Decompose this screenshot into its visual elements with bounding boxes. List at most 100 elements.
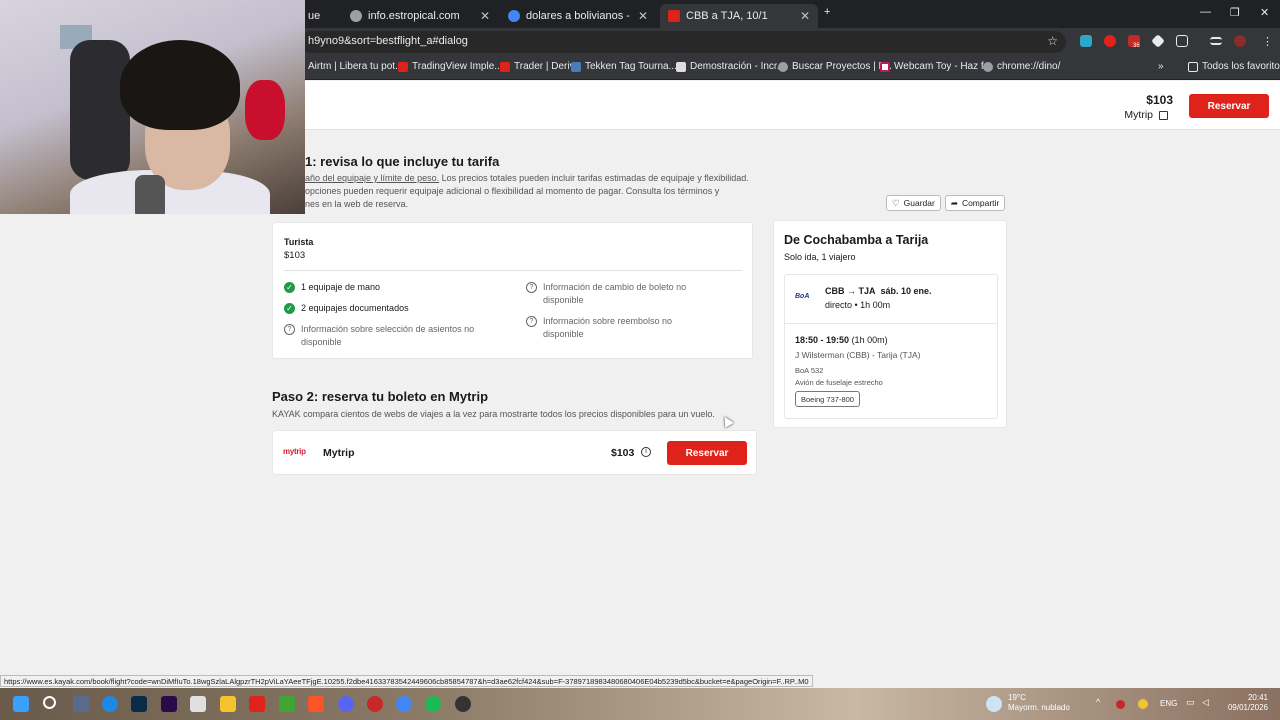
microphone <box>135 175 165 214</box>
tray-app-icon[interactable] <box>1138 699 1148 709</box>
header-provider-link[interactable]: Mytrip <box>1124 109 1168 121</box>
save-label: Guardar <box>903 198 935 208</box>
minimize-button[interactable]: — <box>1200 6 1211 18</box>
windows-start-icon[interactable] <box>13 696 29 712</box>
step1-desc-text: Los precios totales pueden incluir tarif… <box>439 173 749 183</box>
check-icon: ✓ <box>284 282 295 293</box>
obs-icon[interactable] <box>455 696 471 712</box>
close-tab-icon[interactable]: ✕ <box>638 9 648 23</box>
clock-date: 09/01/2026 <box>1227 703 1268 712</box>
maximize-button[interactable]: ❐ <box>1230 6 1240 19</box>
provider-name: Mytrip <box>323 447 355 459</box>
globe-icon <box>778 61 788 72</box>
kebab-menu-icon[interactable]: ⋮ <box>1262 35 1273 48</box>
search-icon[interactable] <box>43 696 56 709</box>
route-text: CBB → TJA <box>825 286 876 296</box>
discord-icon[interactable] <box>338 696 354 712</box>
network-icon[interactable]: ▭ <box>1186 697 1195 708</box>
webcam-overlay <box>0 0 305 214</box>
times-duration: (1h 00m) <box>851 335 888 345</box>
weather-cloud-icon <box>986 696 1002 712</box>
bookmark-item[interactable]: Tekken Tag Tourna... <box>571 61 677 72</box>
save-button[interactable]: ♡ Guardar <box>886 195 941 211</box>
route-date: sáb. 10 ene. <box>880 286 932 296</box>
bookmark-icon <box>571 61 581 72</box>
question-icon: ? <box>284 324 295 335</box>
segment-times: 18:50 - 19:50 (1h 00m) <box>795 335 888 345</box>
brave-icon[interactable] <box>308 696 324 712</box>
bookmark-item[interactable]: chrome://dino/ <box>983 61 1060 72</box>
bookmark-label: Buscar Proyectos | F... <box>792 61 892 72</box>
fare-class: Turista <box>284 237 314 247</box>
profile-avatar[interactable] <box>1234 35 1246 47</box>
system-clock[interactable]: 20:41 09/01/2026 <box>1224 693 1268 713</box>
header-book-button[interactable]: Reservar <box>1189 94 1269 118</box>
edge-icon[interactable] <box>102 696 118 712</box>
bookmark-star-icon[interactable]: ☆ <box>1047 34 1058 48</box>
extension-icon[interactable] <box>1104 35 1116 47</box>
bookmark-item[interactable]: Demostración - Incr... <box>676 61 785 72</box>
bookmark-item[interactable]: Webcam Toy - Haz f... <box>880 61 992 72</box>
deriv-icon[interactable] <box>249 696 265 712</box>
bookmark-item[interactable]: TradingView Imple... <box>398 61 503 72</box>
bookmark-label: Webcam Toy - Haz f... <box>894 61 992 72</box>
all-bookmarks[interactable]: Todos los favoritos <box>1188 61 1280 72</box>
share-button[interactable]: ➦ Compartir <box>944 195 1006 211</box>
weather-temp: 19°C <box>1008 693 1026 702</box>
minecraft-icon[interactable] <box>279 696 295 712</box>
provider-book-button[interactable]: Reservar <box>667 441 747 465</box>
heart-icon: ♡ <box>892 197 900 208</box>
app-icon[interactable] <box>367 696 383 712</box>
new-tab-button[interactable]: + <box>824 6 830 18</box>
feature-text: 1 equipaje de mano <box>301 282 381 292</box>
bookmark-item[interactable]: Airtm | Libera tu pot... <box>308 61 403 72</box>
file-explorer-icon[interactable] <box>220 696 236 712</box>
kayak-icon <box>668 10 680 22</box>
info-icon[interactable]: i <box>641 447 651 457</box>
feature-text: Información sobre selección de asientos … <box>301 324 475 347</box>
airline-logo: BoA <box>795 293 810 300</box>
url-text: h9yno9&sort=bestflight_a#dialog <box>308 35 468 47</box>
status-bar-url: https://www.es.kayak.com/book/flight?cod… <box>0 675 813 687</box>
bookmarks-overflow-icon[interactable]: » <box>1158 61 1164 72</box>
language-indicator[interactable]: ENG <box>1160 699 1177 708</box>
baggage-info-link[interactable]: año del equipaje y límite de peso. <box>305 173 439 183</box>
tab-title: ue <box>308 10 321 22</box>
extension-icon[interactable] <box>1151 34 1165 48</box>
bookmark-label: chrome://dino/ <box>997 61 1061 72</box>
browser-tab-active[interactable]: CBB a TJA, 10/1 ✕ <box>660 4 818 28</box>
step1-desc-text: nes en la web de reserva. <box>305 199 409 209</box>
premiere-icon[interactable] <box>161 696 177 712</box>
url-field[interactable]: h9yno9&sort=bestflight_a#dialog ☆ <box>300 31 1066 53</box>
browser-tab[interactable]: ue <box>300 4 340 28</box>
tab-search-icon[interactable] <box>1210 37 1222 45</box>
bookmark-item[interactable]: Trader | Deriv <box>500 61 575 72</box>
tray-app-icon[interactable] <box>1116 700 1125 709</box>
extension-icon[interactable] <box>1080 35 1092 47</box>
step1-desc-text: opciones pueden requerir equipaje adicio… <box>305 186 720 196</box>
close-tab-icon[interactable]: ✕ <box>800 9 810 23</box>
globe-icon <box>983 61 993 72</box>
browser-tab[interactable]: dolares a bolivianos - Buscar co ✕ <box>500 4 656 28</box>
chrome-icon[interactable] <box>396 696 412 712</box>
weather-widget[interactable]: 19°C Mayorm. nublado <box>1008 693 1070 713</box>
volume-icon[interactable]: ◁ <box>1202 697 1209 708</box>
puzzle-icon[interactable] <box>1176 35 1188 47</box>
browser-tab[interactable]: info.estropical.com ✕ <box>342 4 498 28</box>
person-hair <box>120 40 240 130</box>
bookmark-item[interactable]: Buscar Proyectos | F... <box>778 61 892 72</box>
step2-title: Paso 2: reserva tu boleto en Mytrip <box>272 389 489 404</box>
step2-description: KAYAK compara cientos de webs de viajes … <box>272 409 715 419</box>
tray-chevron-icon[interactable]: ^ <box>1096 697 1100 707</box>
bookmark-label: Airtm | Libera tu pot... <box>308 61 404 72</box>
close-window-button[interactable]: ✕ <box>1260 6 1269 19</box>
photoshop-icon[interactable] <box>131 696 147 712</box>
segment-header: BoA CBB → TJA sáb. 10 ene. directo • 1h … <box>785 275 997 324</box>
provider-price: $103 <box>611 447 635 459</box>
task-view-icon[interactable] <box>73 696 89 712</box>
spotify-icon[interactable] <box>425 696 441 712</box>
close-tab-icon[interactable]: ✕ <box>480 9 490 23</box>
fare-feature: ✓ 1 equipaje de mano <box>284 281 494 294</box>
app-icon[interactable] <box>190 696 206 712</box>
globe-icon <box>350 10 362 22</box>
